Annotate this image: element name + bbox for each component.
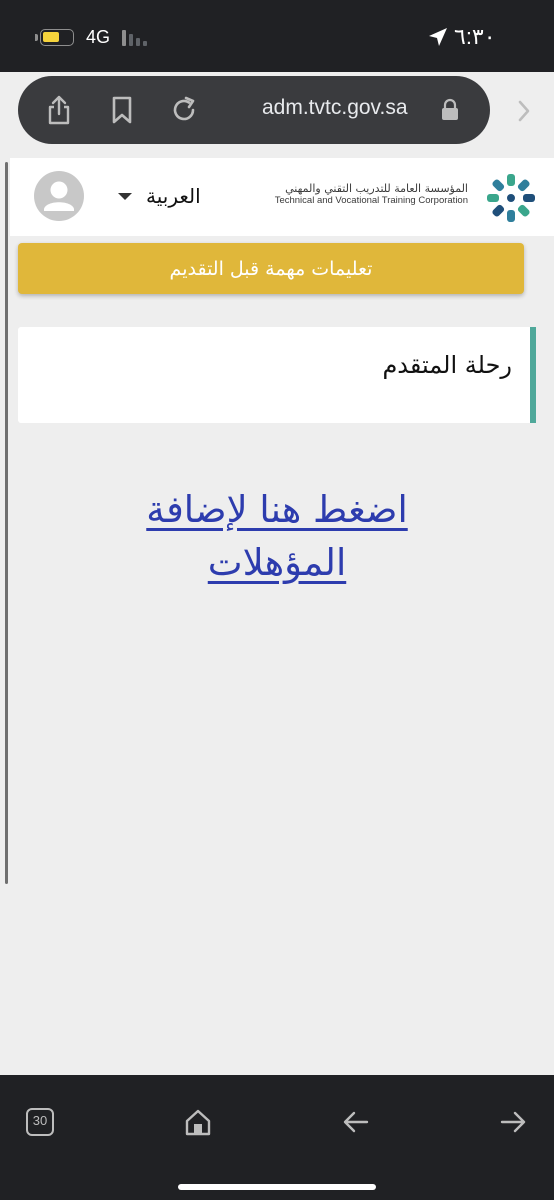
- org-name-english: Technical and Vocational Training Corpor…: [274, 195, 468, 206]
- language-selector[interactable]: العربية: [118, 184, 201, 208]
- chevron-right-icon[interactable]: [512, 96, 536, 126]
- lock-icon: [442, 98, 458, 120]
- back-arrow-icon[interactable]: [341, 1107, 371, 1137]
- org-name-arabic: المؤسسة العامة للتدريب التقني والمهني: [285, 182, 468, 195]
- language-label: العربية: [146, 184, 201, 208]
- bookmark-icon[interactable]: [105, 93, 139, 127]
- share-icon[interactable]: [42, 93, 76, 127]
- web-page: العربية المؤسسة العامة للتدريب التقني وا…: [0, 158, 554, 1075]
- tvtc-logo-icon: [487, 174, 535, 222]
- add-qualifications-link[interactable]: اضغط هنا لإضافة المؤهلات: [80, 483, 474, 589]
- battery-nub: [35, 34, 38, 41]
- signal-icon: [122, 30, 152, 46]
- reload-icon[interactable]: [167, 93, 201, 127]
- battery-level: [43, 32, 60, 42]
- browser-bottom-toolbar: 30: [0, 1075, 554, 1200]
- important-instructions-button[interactable]: تعليمات مهمة قبل التقديم: [18, 243, 524, 294]
- forward-arrow-icon[interactable]: [498, 1107, 528, 1137]
- home-icon[interactable]: [183, 1107, 213, 1137]
- status-bar: 4G ٦:٣٠: [0, 0, 554, 72]
- location-arrow-icon: [429, 28, 447, 46]
- user-avatar-icon[interactable]: [34, 171, 84, 221]
- org-name: المؤسسة العامة للتدريب التقني والمهني Te…: [275, 182, 468, 207]
- site-header: العربية المؤسسة العامة للتدريب التقني وا…: [10, 158, 554, 236]
- home-indicator[interactable]: [178, 1184, 376, 1190]
- network-type: 4G: [86, 27, 111, 47]
- battery-icon: [40, 29, 74, 46]
- scrollbar[interactable]: [5, 162, 8, 884]
- applicant-journey-title: رحلة المتقدم: [382, 351, 512, 379]
- clock: ٦:٣٠: [454, 24, 496, 49]
- url-text[interactable]: adm.tvtc.gov.sa: [262, 96, 408, 120]
- tabs-icon[interactable]: 30: [25, 1107, 55, 1137]
- address-bar[interactable]: adm.tvtc.gov.sa: [18, 76, 490, 144]
- caret-down-icon: [118, 192, 132, 200]
- tab-count: 30: [32, 1113, 48, 1128]
- applicant-journey-card[interactable]: رحلة المتقدم: [18, 327, 536, 423]
